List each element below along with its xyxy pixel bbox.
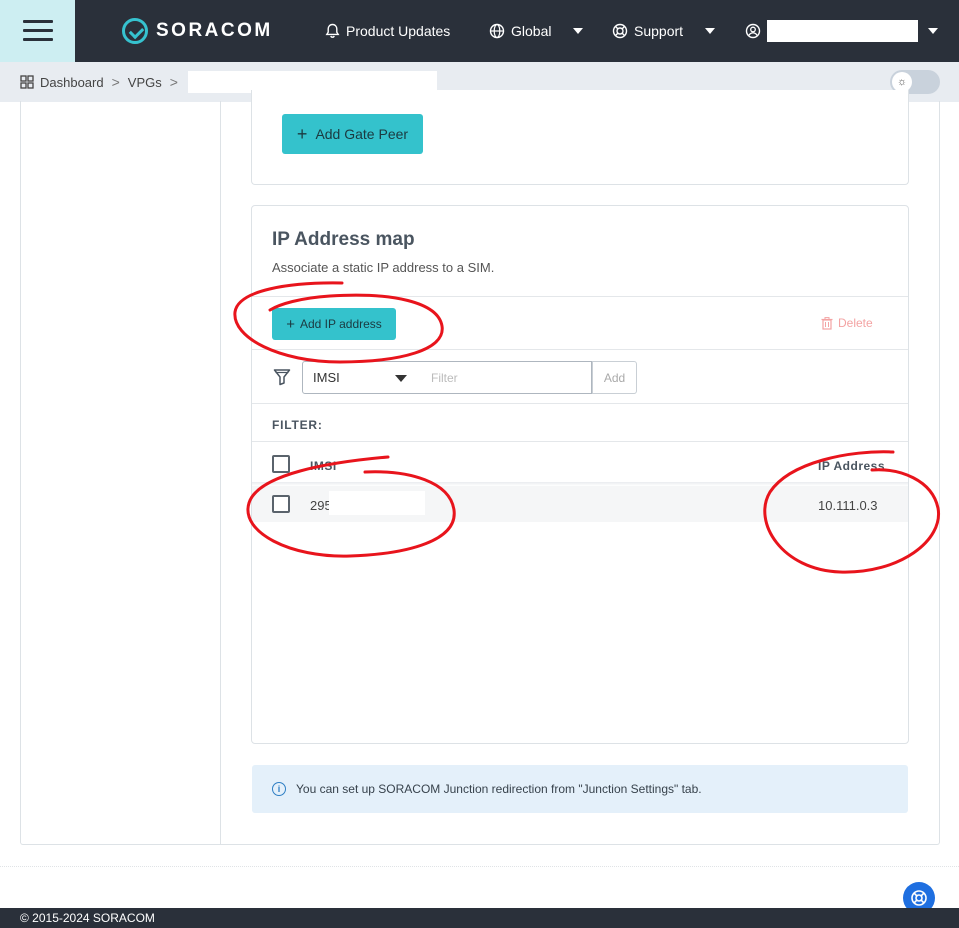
add-ip-address-button[interactable]: + Add IP address [272, 308, 396, 340]
column-header-ip-address[interactable]: IP Address [818, 459, 885, 473]
info-icon: i [272, 782, 286, 796]
lifebuoy-icon [911, 890, 927, 906]
breadcrumb-vpgs[interactable]: VPGs [128, 75, 162, 90]
column-header-imsi[interactable]: IMSI [310, 459, 337, 473]
chevron-down-icon [395, 375, 407, 382]
ip-map-title: IP Address map [272, 229, 415, 250]
region-dropdown[interactable]: Global [489, 0, 584, 62]
info-text: You can set up SORACOM Junction redirect… [296, 782, 702, 796]
soracom-logo[interactable]: SORACOM [122, 18, 273, 44]
funnel-icon [273, 369, 291, 386]
footer: © 2015-2024 SORACOM [0, 908, 959, 928]
row-checkbox[interactable] [272, 495, 290, 513]
top-navbar: SORACOM Product Updates Global Support [0, 0, 959, 62]
add-gate-peer-button[interactable]: + Add Gate Peer [282, 114, 423, 154]
menu-button[interactable] [0, 0, 75, 62]
product-updates-link[interactable]: Product Updates [325, 0, 450, 62]
hamburger-icon [22, 20, 53, 42]
row-ip-address: 10.111.0.3 [818, 498, 878, 513]
sun-icon: ☼ [892, 72, 912, 92]
sidebar-divider [220, 101, 221, 845]
divider [252, 403, 908, 404]
ip-map-description: Associate a static IP address to a SIM. [272, 260, 495, 275]
plus-icon: + [296, 124, 308, 144]
add-gate-peer-label: Add Gate Peer [315, 126, 409, 142]
username-redacted [767, 20, 918, 42]
brand-name: SORACOM [156, 20, 273, 41]
grid-icon [20, 75, 34, 89]
chevron-down-icon [928, 28, 938, 34]
filter-field-select[interactable]: IMSI [302, 361, 422, 394]
divider [0, 866, 959, 867]
imsi-redacted [329, 491, 425, 515]
soracom-logo-icon [122, 18, 148, 44]
delete-button[interactable]: Delete [821, 316, 873, 330]
bell-icon [325, 23, 340, 38]
filter-add-label: Add [603, 370, 626, 385]
filter-input[interactable] [421, 361, 592, 394]
breadcrumb-separator: > [169, 74, 178, 90]
chevron-down-icon [573, 28, 584, 34]
user-menu[interactable] [745, 0, 938, 62]
delete-label: Delete [838, 316, 873, 330]
filter-field-value: IMSI [313, 370, 340, 385]
breadcrumb-separator: > [111, 74, 120, 90]
trash-icon [821, 316, 833, 330]
globe-icon [489, 23, 505, 39]
region-label: Global [511, 23, 552, 39]
user-circle-icon [745, 23, 761, 39]
breadcrumb-dashboard[interactable]: Dashboard [40, 75, 104, 90]
plus-icon: + [286, 315, 295, 333]
filter-add-button[interactable]: Add [592, 361, 637, 394]
info-banner: i You can set up SORACOM Junction redire… [252, 765, 908, 813]
chevron-down-icon [705, 28, 716, 34]
filter-label: FILTER: [272, 418, 323, 432]
select-all-checkbox[interactable] [272, 455, 290, 473]
divider [252, 441, 908, 442]
divider [252, 296, 908, 297]
copyright: © 2015-2024 SORACOM [20, 911, 155, 925]
add-ip-address-label: Add IP address [299, 317, 382, 331]
lifebuoy-icon [612, 23, 628, 39]
support-dropdown[interactable]: Support [612, 0, 716, 62]
product-updates-label: Product Updates [346, 23, 451, 39]
divider [252, 349, 908, 350]
ip-address-map-card [251, 205, 909, 744]
support-label: Support [634, 23, 684, 39]
